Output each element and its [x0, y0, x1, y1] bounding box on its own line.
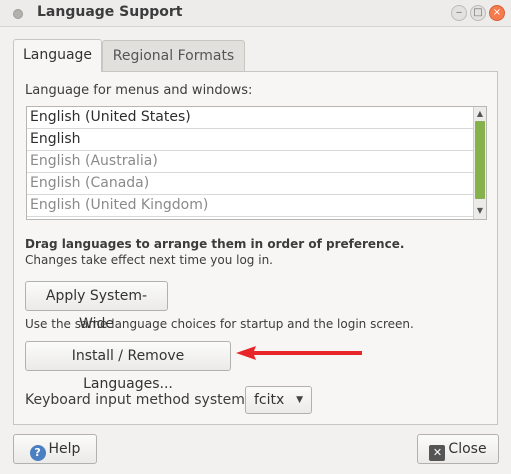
scroll-up-icon[interactable]: ▲	[474, 108, 486, 120]
window-menu-icon[interactable]	[13, 9, 23, 19]
list-item[interactable]: English (Canada)	[27, 173, 475, 195]
scroll-thumb[interactable]	[475, 121, 485, 199]
login-hint: Changes take effect next time you log in…	[25, 253, 273, 267]
tab-regional-formats[interactable]: Regional Formats	[102, 40, 245, 71]
drag-hint: Drag languages to arrange them in order …	[25, 237, 405, 251]
keyboard-input-value: fcitx	[254, 392, 285, 408]
close-window-button[interactable]: ×	[489, 5, 505, 21]
chevron-down-icon: ▼	[296, 395, 303, 405]
close-button[interactable]: ✕ Close	[417, 434, 499, 464]
language-list[interactable]: English (United States) English English …	[26, 106, 487, 220]
list-scrollbar[interactable]: ▲ ▼	[473, 107, 486, 219]
list-item[interactable]: English (United States)	[27, 107, 475, 129]
window-title: Language Support	[37, 4, 183, 20]
apply-description: Use the same language choices for startu…	[25, 317, 414, 331]
help-button-label: Help	[48, 441, 81, 457]
install-remove-languages-button[interactable]: Install / Remove Languages...	[25, 341, 231, 392]
list-item[interactable]: English	[27, 129, 475, 151]
keyboard-input-label: Keyboard input method system:	[25, 392, 250, 408]
apply-system-wide-button[interactable]: Apply System-Wide	[25, 281, 168, 332]
title-bar[interactable]: Language Support ‒ □ ×	[0, 0, 511, 27]
list-item[interactable]: English (United Kingdom)	[27, 195, 475, 217]
tab-language[interactable]: Language	[13, 39, 102, 72]
close-icon: ✕	[429, 445, 446, 461]
language-section-label: Language for menus and windows:	[25, 83, 253, 98]
minimize-button[interactable]: ‒	[451, 5, 467, 21]
annotation-arrow-icon	[236, 346, 362, 360]
scroll-down-icon[interactable]: ▼	[474, 205, 486, 217]
keyboard-input-select[interactable]: fcitx ▼	[245, 386, 312, 414]
help-icon: ?	[29, 445, 46, 461]
close-button-label: Close	[448, 441, 487, 457]
maximize-button[interactable]: □	[470, 5, 486, 21]
list-item[interactable]: English (Australia)	[27, 151, 475, 173]
help-button[interactable]: ? Help	[13, 434, 97, 464]
